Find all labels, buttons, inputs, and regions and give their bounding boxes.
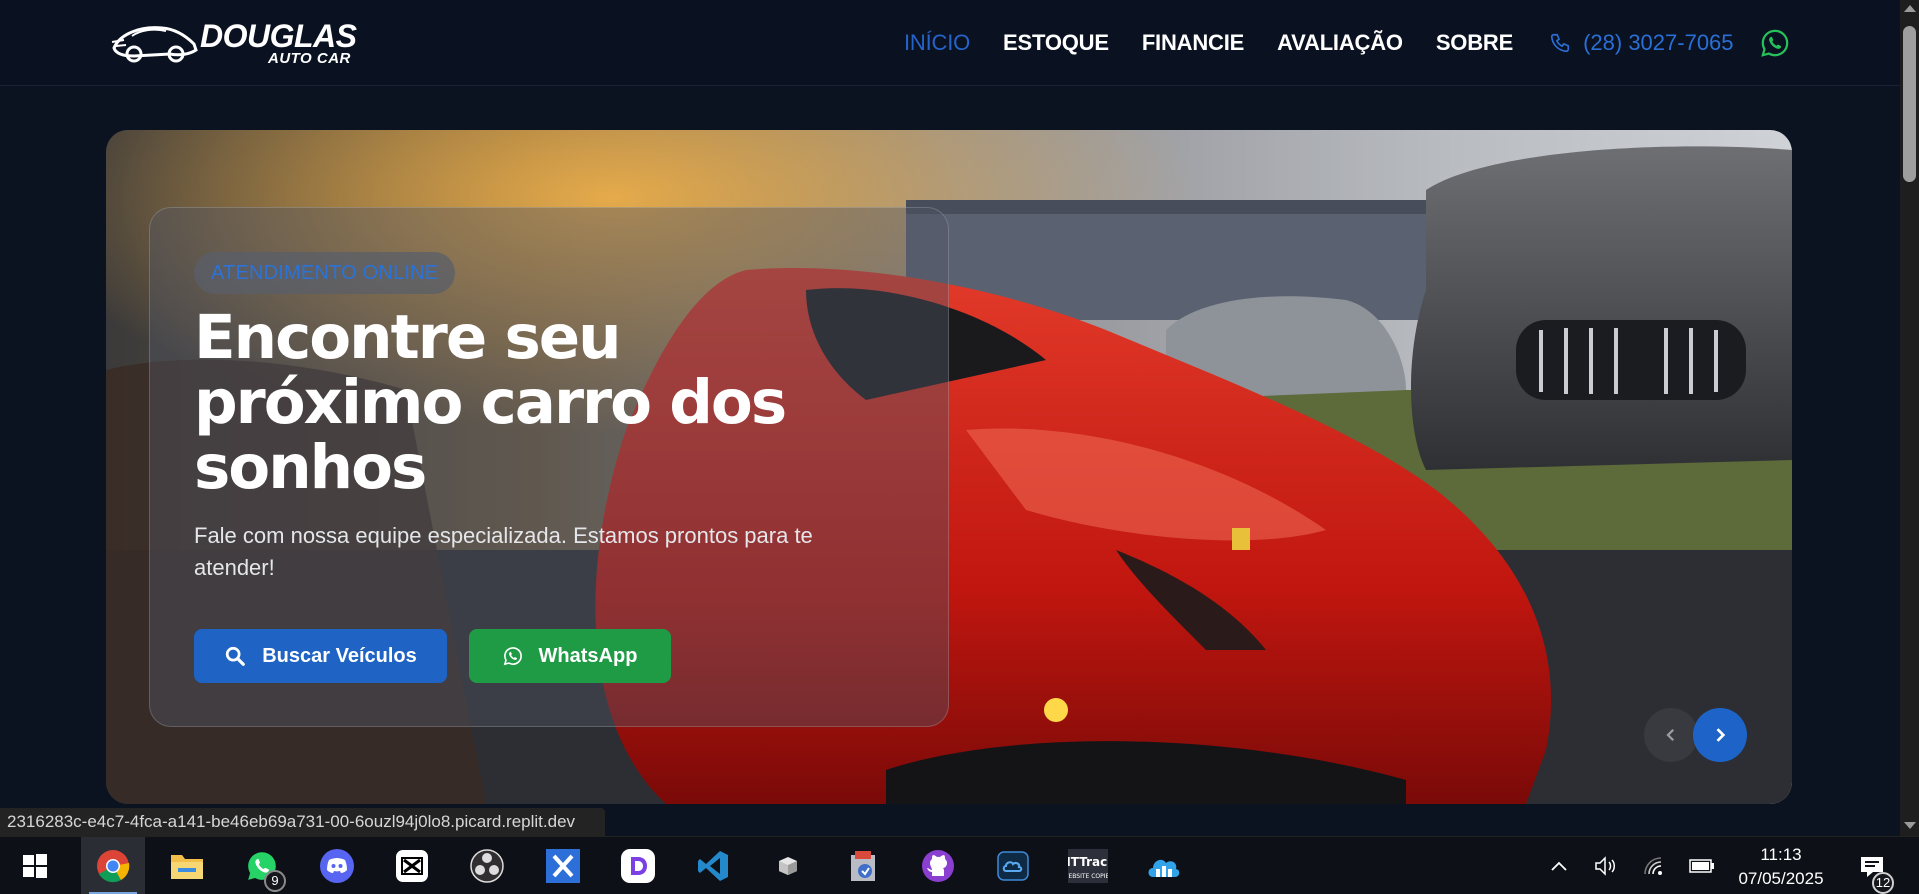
taskbar-discord[interactable] <box>305 837 369 894</box>
tray-volume[interactable] <box>1590 837 1622 894</box>
taskbar-obs[interactable] <box>455 837 519 894</box>
page-scrollbar[interactable] <box>1900 0 1919 836</box>
nav-estoque[interactable]: ESTOQUE <box>1003 30 1109 56</box>
taskbar-installer[interactable] <box>831 837 895 894</box>
github-icon <box>922 850 954 882</box>
nav-inicio[interactable]: INÍCIO <box>904 30 970 56</box>
online-badge: ATENDIMENTO ONLINE <box>194 252 456 294</box>
taskbar-httrack[interactable]: HTTrack WEBSITE COPIER <box>1056 837 1120 894</box>
phone-link[interactable]: (28) 3027-7065 <box>1549 30 1734 56</box>
cube-icon <box>779 857 797 875</box>
app-x-icon <box>546 849 580 883</box>
start-icon <box>23 854 47 878</box>
whatsapp-label: WhatsApp <box>538 644 638 667</box>
tray-overflow-button[interactable] <box>1543 837 1575 894</box>
phone-icon <box>1551 33 1570 53</box>
hero-title: Encontre seu próximo carro dos sonhos <box>194 302 787 503</box>
status-bar-url: 2316283c-e4c7-4fca-a141-be46eb69a731-00-… <box>0 808 606 836</box>
carousel-next-button[interactable] <box>1693 708 1747 762</box>
whatsapp-button[interactable]: WhatsApp <box>469 629 671 683</box>
nav-financie[interactable]: FINANCIE <box>1142 30 1244 56</box>
wifi-icon <box>1644 857 1662 875</box>
volume-icon <box>1595 856 1615 876</box>
scroll-down-arrow-icon[interactable] <box>1904 822 1916 829</box>
capcut-icon <box>396 850 428 882</box>
nav-avaliacao[interactable]: AVALIAÇÃO <box>1277 30 1403 56</box>
tray-battery[interactable] <box>1686 837 1718 894</box>
taskbar-app-d[interactable] <box>606 837 670 894</box>
taskbar-whatsapp[interactable]: 9 <box>230 837 294 894</box>
taskbar-github[interactable] <box>906 837 970 894</box>
file-explorer-icon <box>171 855 203 879</box>
search-icon <box>226 646 246 666</box>
chevron-right-icon <box>1716 728 1726 742</box>
header-whatsapp-button[interactable] <box>1760 28 1790 63</box>
site-header: DOUGLAS AUTO CAR INÍCIO ESTOQUE FINANCIE… <box>0 0 1900 86</box>
logo-subtitle: AUTO CAR <box>268 50 351 67</box>
search-vehicles-button[interactable]: Buscar Veículos <box>194 629 447 683</box>
car-logo-icon <box>111 26 198 63</box>
taskbar-vscode[interactable] <box>681 837 745 894</box>
windows-taskbar: 9 TTrac EBSITE COPIE 11:13 07/05/2025 12 <box>0 836 1919 894</box>
carousel-prev-button[interactable] <box>1644 708 1698 762</box>
scroll-thumb[interactable] <box>1903 26 1916 182</box>
main-nav: INÍCIO ESTOQUE FINANCIE AVALIAÇÃO SOBRE … <box>904 30 1734 56</box>
app-d-icon <box>621 849 655 883</box>
taskbar-clock[interactable]: 11:13 07/05/2025 <box>1728 843 1834 891</box>
hero-subtitle: Fale com nossa equipe especializada. Est… <box>194 523 813 580</box>
svg-text:HTTrack: HTTrack <box>1068 855 1108 869</box>
taskbar-file-explorer[interactable] <box>155 837 219 894</box>
taskbar-cloud-app[interactable] <box>981 837 1045 894</box>
hero-banner: ATENDIMENTO ONLINE Encontre seu próximo … <box>106 130 1792 804</box>
taskbar-cube-app[interactable] <box>756 837 820 894</box>
chrome-icon <box>97 850 130 883</box>
svg-text:WEBSITE COPIER: WEBSITE COPIER <box>1068 873 1108 880</box>
discord-icon <box>320 849 354 883</box>
app-cloud-icon <box>997 851 1029 881</box>
site-logo[interactable]: DOUGLAS AUTO CAR <box>110 14 370 72</box>
chevron-left-icon <box>1666 728 1675 742</box>
taskbar-capcut[interactable] <box>380 837 444 894</box>
whatsapp-unread-badge: 9 <box>264 870 286 892</box>
nav-sobre[interactable]: SOBRE <box>1436 30 1513 56</box>
taskbar-app-x[interactable] <box>531 837 595 894</box>
installer-icon <box>851 851 875 881</box>
search-vehicles-label: Buscar Veículos <box>262 644 417 667</box>
httrack-icon: HTTrack WEBSITE COPIER <box>1068 849 1108 883</box>
notification-count-badge: 12 <box>1872 872 1894 894</box>
hero-card: ATENDIMENTO ONLINE Encontre seu próximo … <box>149 207 949 727</box>
clock-time: 11:13 <box>1760 845 1802 864</box>
network-cloud-icon <box>1148 859 1180 877</box>
start-button[interactable] <box>3 837 67 894</box>
chevron-up-icon <box>1551 861 1567 871</box>
battery-icon <box>1689 859 1714 873</box>
taskbar-chrome[interactable] <box>81 837 145 894</box>
phone-number: (28) 3027-7065 <box>1583 30 1734 55</box>
tray-wifi[interactable] <box>1638 837 1670 894</box>
taskbar-network-cloud[interactable] <box>1131 837 1195 894</box>
obs-icon <box>470 849 504 883</box>
whatsapp-icon <box>503 647 522 666</box>
scroll-up-arrow-icon[interactable] <box>1904 5 1916 12</box>
clock-date: 07/05/2025 <box>1738 869 1824 888</box>
whatsapp-icon <box>1761 29 1789 57</box>
vscode-icon <box>698 851 728 881</box>
